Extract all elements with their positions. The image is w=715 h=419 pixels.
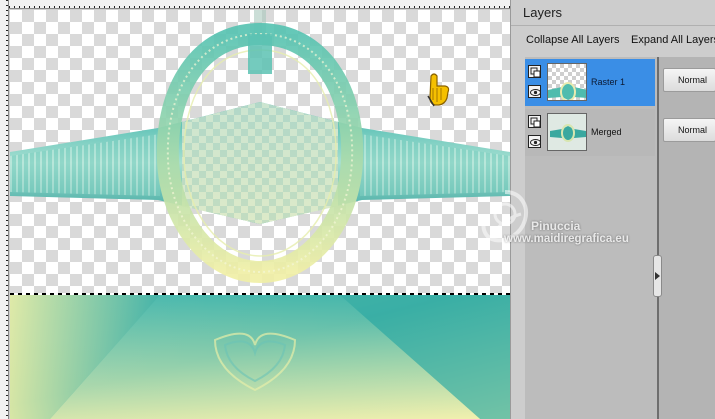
- collapse-all-layers-button[interactable]: Collapse All Layers: [526, 34, 620, 46]
- blend-mode-button[interactable]: Normal: [663, 118, 715, 142]
- watermark-url: www.maidiregrafica.eu: [504, 233, 629, 245]
- layer-name: Merged: [591, 127, 622, 137]
- ruler-left: [0, 0, 9, 419]
- ruler-top: [9, 0, 510, 9]
- layer-group-icon[interactable]: [528, 65, 541, 78]
- layer-name: Raster 1: [591, 77, 626, 87]
- visibility-eye-icon[interactable]: [528, 135, 541, 148]
- watermark-author: Pinuccia: [531, 219, 581, 233]
- layer-group-icon[interactable]: [528, 115, 541, 128]
- panel-resize-handle[interactable]: [653, 255, 662, 297]
- layer-row-raster-1[interactable]: Raster 1: [525, 59, 655, 106]
- visibility-eye-icon[interactable]: [528, 85, 541, 98]
- panel-header: Layers: [511, 0, 715, 26]
- raster1-artwork: [10, 10, 510, 284]
- layer-row-merged[interactable]: Merged: [525, 109, 655, 156]
- blend-mode-button[interactable]: Normal: [663, 68, 715, 92]
- blend-mode-column: [659, 57, 715, 419]
- selection-marquee: [10, 293, 510, 295]
- merged-layer-floor: [10, 295, 510, 419]
- expand-all-layers-button[interactable]: Expand All Layers: [631, 34, 715, 46]
- pointing-hand-icon: [427, 73, 450, 107]
- panel-title: Layers: [523, 5, 563, 20]
- layer-thumbnail-merged: [547, 113, 587, 151]
- chevron-right-icon: [655, 272, 660, 280]
- image-area[interactable]: [10, 10, 510, 419]
- image-canvas[interactable]: [0, 0, 510, 419]
- layer-thumbnail-raster-1: [547, 63, 587, 101]
- layers-panel: Layers Collapse All Layers Expand All La…: [510, 0, 715, 419]
